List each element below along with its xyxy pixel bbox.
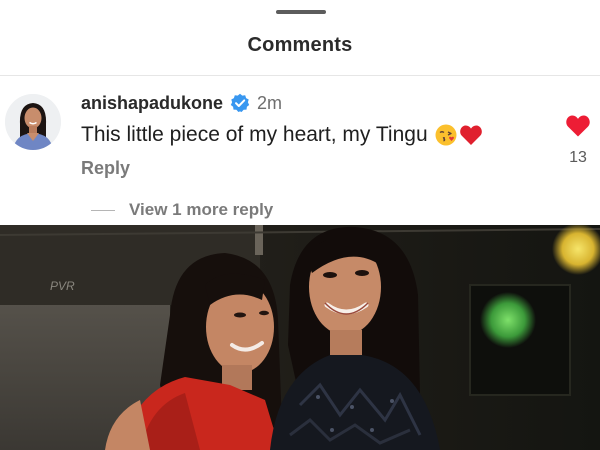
comment-item: anishapadukone 2m This little piece of m… <box>0 76 600 196</box>
red-heart-emoji-icon <box>459 124 483 146</box>
kissing-face-emoji-icon <box>434 123 458 147</box>
verified-badge-icon <box>230 93 250 113</box>
pvr-sign: PVR <box>50 279 75 293</box>
comment-text: This little piece of my heart, my Tingu <box>81 123 428 146</box>
comment-body: This little piece of my heart, my Tingu <box>81 123 483 147</box>
sheet-title: Comments <box>247 34 353 56</box>
event-photo: PVR <box>0 225 600 450</box>
drag-handle[interactable] <box>276 10 326 14</box>
like-heart-icon[interactable] <box>565 114 591 138</box>
avatar[interactable] <box>5 94 61 150</box>
like-count: 13 <box>569 149 587 166</box>
view-replies-label: View 1 more reply <box>129 200 274 219</box>
view-more-replies-button[interactable]: View 1 more reply <box>91 200 273 220</box>
comment-timestamp: 2m <box>257 92 283 113</box>
username-link[interactable]: anishapadukone <box>81 93 223 114</box>
reply-button[interactable]: Reply <box>81 158 130 179</box>
replies-line <box>91 209 115 211</box>
comments-sheet: Comments anishapadukone 2m This little p… <box>0 0 600 225</box>
comment-header: anishapadukone 2m <box>81 91 282 115</box>
